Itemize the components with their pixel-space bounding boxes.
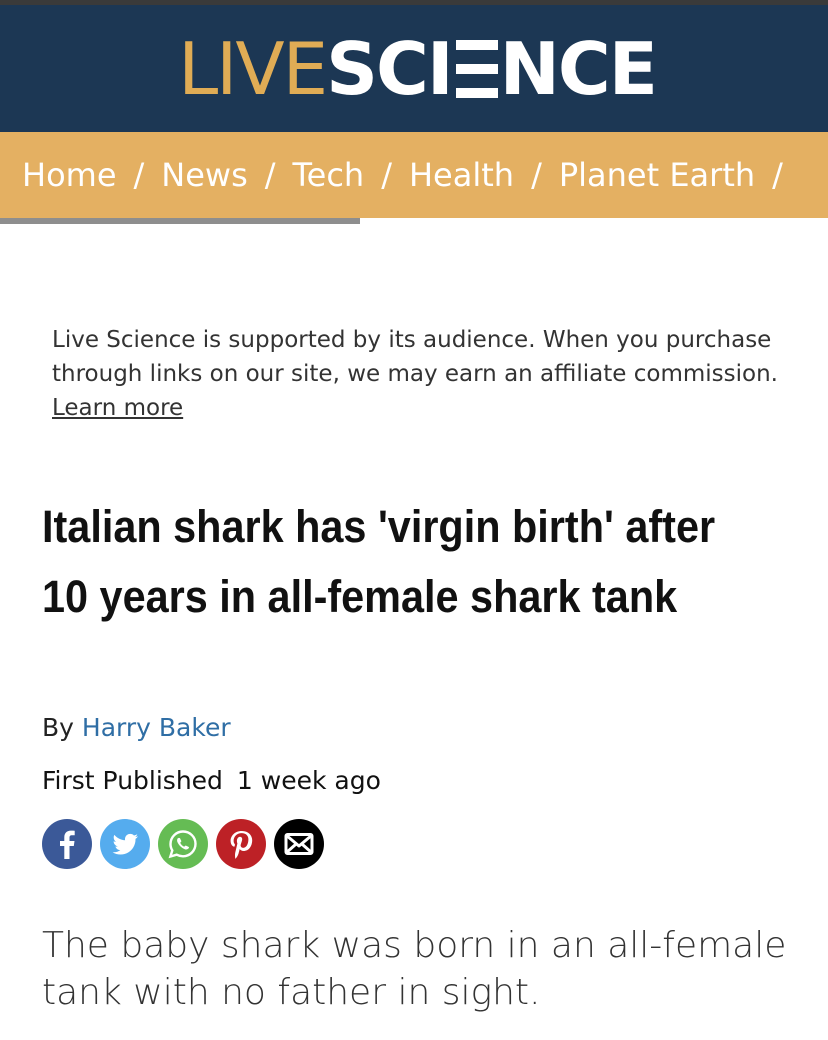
article-headline: Italian shark has 'virgin birth' after 1… — [42, 501, 716, 622]
nav-separator: / — [772, 156, 783, 194]
disclaimer-text: Live Science is supported by its audienc… — [52, 327, 778, 387]
nav-item-news[interactable]: News — [161, 156, 247, 194]
twitter-icon — [100, 819, 150, 869]
facebook-icon — [42, 819, 92, 869]
nav-separator: / — [133, 156, 145, 194]
nav-item-home[interactable]: Home — [22, 156, 117, 194]
published-time: 1 week ago — [236, 766, 381, 795]
nav-separator: / — [531, 156, 542, 194]
share-twitter-button[interactable] — [100, 819, 150, 869]
nav-separator: / — [264, 156, 276, 194]
main-nav: Home / News / Tech / Health / Planet Ear… — [0, 132, 828, 218]
share-facebook-button[interactable] — [42, 819, 92, 869]
byline: By Harry Baker — [42, 713, 231, 742]
byline-prefix: By — [42, 713, 74, 742]
logo-live-text: LIVE — [178, 26, 328, 111]
nav-item-planet-earth[interactable]: Planet Earth — [559, 156, 755, 194]
logo-sci-text: SCI — [326, 26, 453, 111]
pinterest-icon — [216, 819, 266, 869]
logo-e-bars — [455, 39, 498, 98]
share-whatsapp-button[interactable] — [158, 819, 208, 869]
share-email-button[interactable] — [274, 819, 324, 869]
share-pinterest-button[interactable] — [216, 819, 266, 869]
nav-scrollbar[interactable] — [0, 218, 360, 224]
nav-item-health[interactable]: Health — [409, 156, 514, 194]
publish-info: First Published 1 week ago — [42, 766, 381, 795]
logo-nce-text: NCE — [499, 26, 658, 111]
whatsapp-icon — [158, 819, 208, 869]
published-label: First Published — [42, 766, 223, 795]
livescience-logo[interactable]: LIVE SCI NCE — [172, 26, 658, 111]
author-link[interactable]: Harry Baker — [82, 713, 231, 742]
share-bar — [42, 819, 324, 869]
site-header: LIVE SCI NCE — [0, 5, 828, 132]
nav-separator: / — [381, 156, 392, 194]
article-standfirst: The baby shark was born in an all-female… — [42, 925, 787, 1013]
affiliate-disclaimer: Live Science is supported by its audienc… — [52, 323, 792, 425]
email-icon — [274, 819, 324, 869]
nav-item-tech[interactable]: Tech — [293, 156, 365, 194]
learn-more-link[interactable]: Learn more — [52, 395, 183, 421]
